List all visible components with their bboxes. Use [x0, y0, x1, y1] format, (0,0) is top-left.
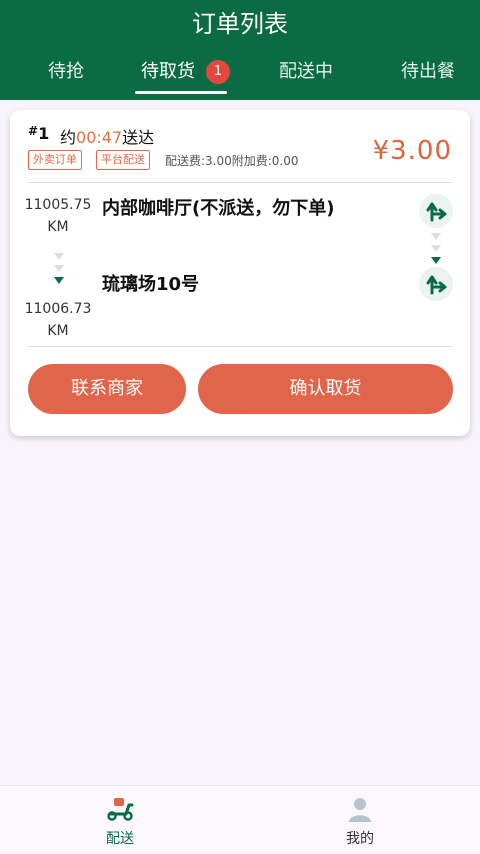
navigation-arrow-icon	[426, 275, 447, 295]
bottom-navigation: 配送 我的	[0, 785, 480, 854]
pickup-distance: 11005.75 KM	[24, 197, 92, 235]
count-badge: 1	[206, 60, 230, 84]
order-number: #1	[28, 124, 50, 143]
nav-item-profile[interactable]: 我的	[300, 796, 420, 848]
user-icon	[349, 798, 371, 822]
dropoff-navigate-button[interactable]	[419, 267, 453, 301]
route-arrow	[54, 277, 64, 284]
nav-item-delivery[interactable]: 配送	[60, 796, 180, 848]
route-dot	[54, 253, 64, 260]
tab-label: 待抢	[48, 61, 84, 82]
route-arrow	[431, 257, 441, 264]
divider	[28, 346, 452, 347]
navigation-arrow-icon	[426, 202, 447, 222]
dropoff-address: 琉璃场10号	[102, 274, 200, 295]
active-tab-indicator	[135, 91, 227, 94]
dropoff-distance: 11006.73 KM	[24, 301, 92, 339]
route-dot	[431, 233, 441, 240]
tab-waiting-meal[interactable]: 待出餐	[388, 56, 468, 92]
divider	[28, 182, 452, 183]
page-title: 订单列表	[192, 10, 288, 38]
app-header: 订单列表 待抢 待取货 1 配送中 待出餐	[0, 0, 480, 100]
tab-waiting-pickup[interactable]: 待取货 1	[135, 56, 230, 94]
tab-label: 待出餐	[401, 61, 455, 82]
eta-time: 00:47	[76, 128, 123, 147]
order-price: ¥3.00	[372, 136, 452, 166]
fee-details: 配送费:3.00附加费:0.00	[165, 154, 299, 168]
tab-delivering[interactable]: 配送中	[266, 56, 346, 92]
order-status-tabs: 待抢 待取货 1 配送中 待出餐	[0, 56, 480, 100]
pickup-address: 内部咖啡厅(不派送，勿下单)	[102, 198, 335, 219]
route-dot	[54, 265, 64, 272]
tab-waiting-grab[interactable]: 待抢	[28, 56, 104, 92]
nav-label: 我的	[346, 831, 374, 847]
delivery-eta: 约00:47送达	[60, 128, 155, 147]
route-dot	[431, 245, 441, 252]
order-type-tag: 外卖订单	[28, 150, 82, 170]
delivery-type-tag: 平台配送	[96, 150, 150, 170]
pickup-navigate-button[interactable]	[419, 194, 453, 228]
contact-merchant-button[interactable]: 联系商家	[28, 364, 186, 414]
nav-label: 配送	[106, 831, 134, 847]
tab-label: 配送中	[279, 61, 333, 82]
confirm-pickup-button[interactable]: 确认取货	[198, 364, 453, 414]
tab-label: 待取货	[141, 61, 195, 82]
order-card: #1 约00:47送达 外卖订单 平台配送 配送费:3.00附加费:0.00 ¥…	[10, 110, 470, 436]
scooter-icon	[107, 798, 134, 821]
